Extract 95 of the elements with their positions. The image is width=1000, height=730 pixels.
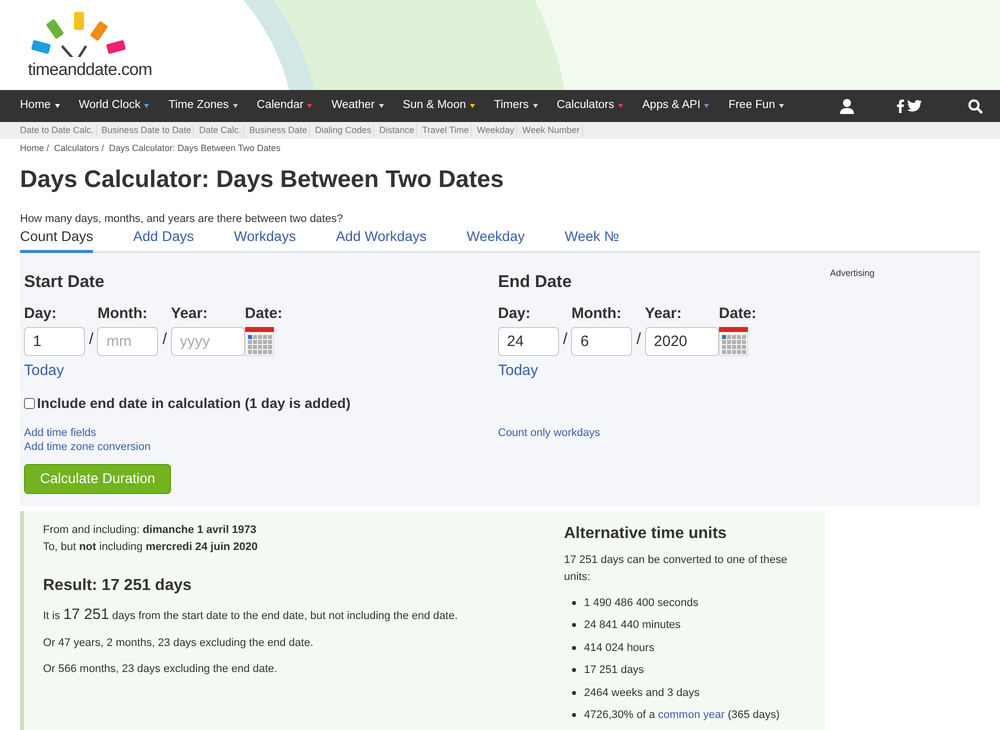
unit-conversion: 2464 weeks and 3 days bbox=[584, 686, 700, 700]
tab[interactable]: Add Days bbox=[133, 226, 194, 253]
separator: / bbox=[636, 330, 641, 350]
field-label: Month: bbox=[571, 304, 622, 324]
breadcrumb-link[interactable]: Days Calculator: Days Between Two Dates bbox=[109, 142, 280, 156]
result-sentence: It is 17 251 days from the start date to the end date, but not including the end date. bbox=[43, 604, 459, 624]
checkbox-label[interactable]: Include end date in calculation (1 day is added) bbox=[37, 392, 351, 414]
result-heading: Result: 17 251 days bbox=[43, 576, 193, 596]
calendar-icon[interactable] bbox=[718, 327, 748, 356]
date-field[interactable]: 1 bbox=[24, 327, 85, 356]
facebook-icon[interactable] bbox=[897, 99, 904, 113]
result-line: Or 566 months, 23 days excluding the end date. bbox=[43, 662, 278, 676]
caret-icon bbox=[618, 104, 624, 108]
field-label: Date: bbox=[718, 304, 756, 324]
nav-item[interactable]: Apps & API bbox=[642, 97, 710, 115]
result-line: Or 47 years, 2 months, 23 days excluding the end date. bbox=[43, 636, 314, 651]
nav-item[interactable]: Timers bbox=[494, 97, 538, 115]
caret-icon bbox=[54, 104, 60, 108]
sub-nav-link[interactable]: Dialing Codes bbox=[315, 124, 374, 138]
unit-conversion: 1 490 486 400 seconds bbox=[584, 596, 698, 610]
option-link[interactable]: Add time fields bbox=[24, 426, 96, 440]
caret-icon bbox=[779, 104, 784, 108]
common-year-link[interactable]: common year bbox=[658, 709, 725, 721]
field-label: Year: bbox=[644, 304, 683, 324]
sub-nav-link[interactable]: Date Calc. bbox=[199, 124, 244, 138]
bullet-icon bbox=[572, 600, 576, 605]
bullet-icon bbox=[572, 713, 576, 718]
calendar-icon[interactable] bbox=[244, 327, 274, 356]
nav-item[interactable]: Time Zones bbox=[168, 97, 238, 115]
logo-text[interactable]: timeanddate.com bbox=[28, 56, 152, 82]
bullet-icon bbox=[572, 623, 576, 628]
nav-item[interactable]: Free Fun bbox=[728, 97, 784, 115]
sub-nav-link[interactable]: Distance bbox=[379, 124, 418, 138]
bird-icon[interactable] bbox=[907, 100, 922, 112]
tab[interactable]: Add Workdays bbox=[336, 226, 427, 253]
nav-item[interactable]: World Clock bbox=[78, 97, 150, 115]
unit-conversion: 24 841 440 minutes bbox=[584, 618, 681, 633]
search-icon[interactable] bbox=[968, 98, 983, 114]
sub-nav-link[interactable]: Business Date to Date bbox=[102, 124, 194, 138]
page-title: Days Calculator: Days Between Two Dates bbox=[20, 164, 505, 194]
nav-item[interactable]: Calendar bbox=[256, 97, 312, 115]
date-field[interactable]: 24 bbox=[498, 327, 559, 356]
sub-nav-link[interactable]: Date to Date Calc. bbox=[20, 124, 97, 138]
tab[interactable]: Week № bbox=[564, 226, 620, 253]
option-link[interactable]: Count only workdays bbox=[498, 426, 600, 440]
date-field[interactable]: yyyy bbox=[170, 327, 245, 356]
alternative-heading: Alternative time units bbox=[564, 524, 728, 544]
tab[interactable]: Workdays bbox=[234, 226, 296, 253]
unit-conversion: 4726,30% of a common year (365 days) bbox=[584, 708, 780, 723]
include-end-checkbox[interactable] bbox=[24, 398, 35, 408]
nav-item[interactable]: Calculators bbox=[556, 97, 624, 115]
caret-icon bbox=[144, 104, 150, 108]
tab[interactable]: Weekday bbox=[466, 226, 525, 253]
field-label: Day: bbox=[498, 304, 532, 324]
caret-icon bbox=[232, 104, 238, 108]
field-label: Month: bbox=[97, 304, 148, 324]
from-date-text: From and including: dimanche 1 avril 1973 bbox=[43, 522, 258, 538]
advertising-label: Advertising bbox=[830, 267, 875, 280]
section-heading: Start Date bbox=[24, 271, 106, 293]
breadcrumb-link[interactable]: Home / bbox=[20, 142, 50, 156]
today-link[interactable]: Today bbox=[24, 360, 64, 382]
field-label: Date: bbox=[244, 304, 282, 324]
today-link[interactable]: Today bbox=[498, 360, 538, 382]
sub-nav-link[interactable]: Weekday bbox=[476, 124, 518, 138]
date-field[interactable]: mm bbox=[97, 327, 158, 356]
nav-item[interactable]: Home bbox=[20, 97, 60, 115]
user-icon[interactable] bbox=[839, 98, 855, 114]
unit-conversion: 17 251 days bbox=[584, 663, 644, 678]
to-date-text: To, but not including mercredi 24 juin 2020 bbox=[43, 540, 259, 554]
caret-icon bbox=[704, 104, 710, 108]
caret-icon bbox=[532, 104, 538, 108]
date-field[interactable]: 6 bbox=[571, 327, 632, 356]
bullet-icon bbox=[572, 690, 576, 695]
sub-nav-link[interactable]: Business Date bbox=[249, 124, 310, 138]
caret-icon bbox=[307, 104, 312, 108]
breadcrumb-link[interactable]: Calculators / bbox=[54, 142, 104, 156]
date-field[interactable]: 2020 bbox=[644, 327, 719, 356]
alternative-intro: 17 251 days can be converted to one of these units: bbox=[564, 552, 788, 584]
option-link[interactable]: Add time zone conversion bbox=[24, 440, 151, 454]
section-heading: End Date bbox=[498, 271, 573, 293]
field-label: Year: bbox=[170, 304, 209, 324]
separator: / bbox=[162, 330, 167, 350]
nav-item[interactable]: Weather bbox=[331, 97, 384, 115]
field-label: Day: bbox=[24, 304, 58, 324]
unit-conversion: 414 024 hours bbox=[584, 640, 654, 656]
nav-item[interactable]: Sun & Moon bbox=[402, 97, 475, 115]
separator: / bbox=[563, 330, 568, 350]
separator: / bbox=[89, 330, 94, 350]
bullet-icon bbox=[572, 646, 576, 650]
bullet-icon bbox=[572, 668, 576, 672]
sub-nav-link[interactable]: Week Number bbox=[522, 124, 583, 138]
page-subtitle: How many days, months, and years are there between two dates? bbox=[20, 212, 344, 226]
caret-icon bbox=[378, 104, 384, 108]
caret-icon bbox=[470, 104, 475, 108]
sub-nav-link[interactable]: Travel Time bbox=[422, 124, 472, 138]
